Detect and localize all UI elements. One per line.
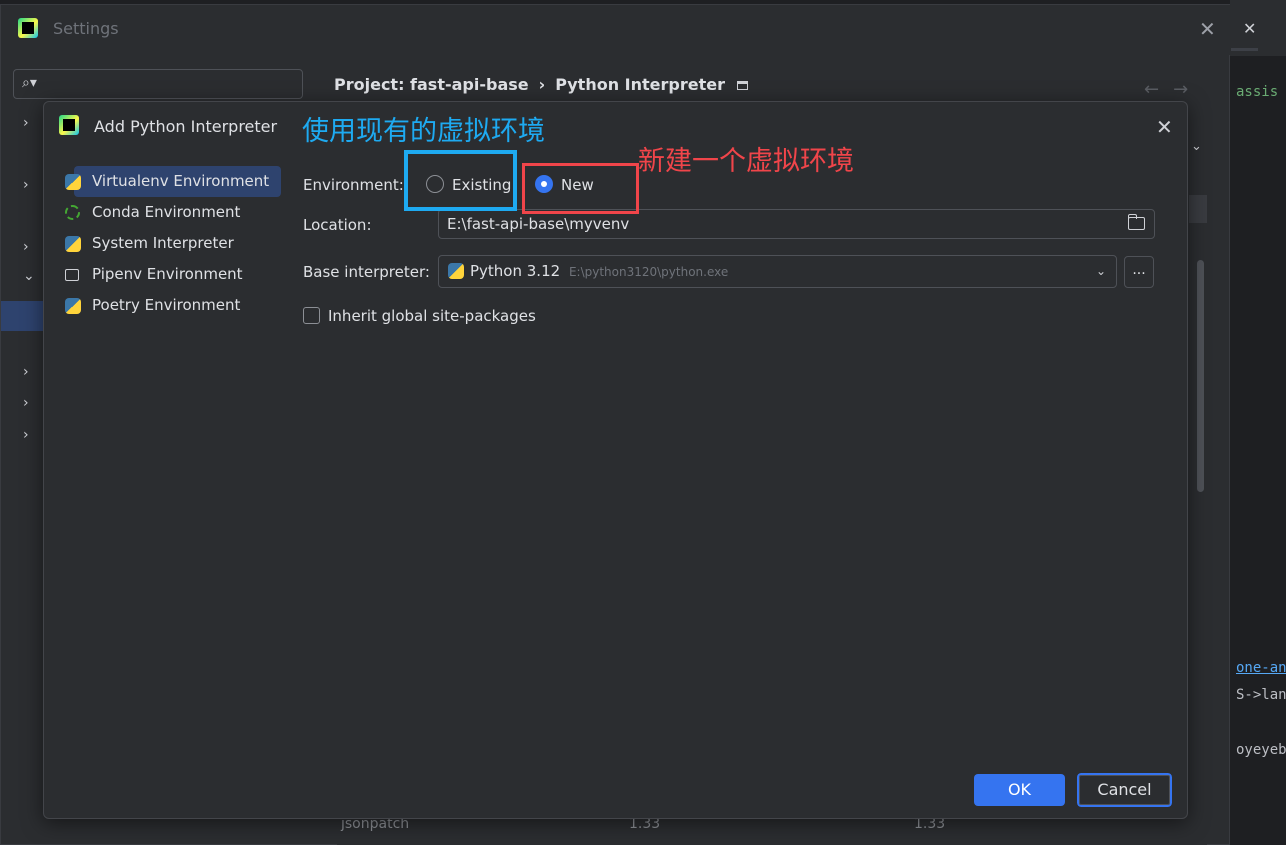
breadcrumb-separator: › <box>538 75 546 94</box>
tree-chevron-right-icon[interactable]: › <box>23 427 29 443</box>
settings-close-icon[interactable]: ✕ <box>1199 17 1216 41</box>
env-item-label: Virtualenv Environment <box>92 172 270 190</box>
ok-button[interactable]: OK <box>974 774 1065 806</box>
pipenv-icon <box>65 269 79 281</box>
folder-icon[interactable] <box>1127 214 1145 230</box>
tree-chevron-right-icon[interactable]: › <box>23 239 29 255</box>
poetry-icon <box>65 298 81 314</box>
env-item-virtualenv[interactable]: Virtualenv Environment <box>65 166 281 197</box>
location-value: E:\fast-api-base\myvenv <box>447 215 630 233</box>
base-interpreter-label: Base interpreter: <box>303 263 430 281</box>
annotation-existing-note: 使用现有的虚拟环境 <box>302 116 545 147</box>
annotation-new-note: 新建一个虚拟环境 <box>638 146 854 177</box>
editor-background <box>1230 0 1286 845</box>
code-line: oyeyeba <box>1236 742 1286 758</box>
chevron-down-icon[interactable]: ⌄ <box>1191 139 1202 154</box>
annotation-box-existing <box>404 150 517 211</box>
cancel-button[interactable]: Cancel <box>1076 772 1173 808</box>
tree-selected-row[interactable] <box>1 301 44 331</box>
env-item-label: Conda Environment <box>92 203 241 221</box>
base-interpreter-version: Python 3.12 <box>470 262 561 280</box>
base-interpreter-path: E:\python3120\python.exe <box>568 265 729 279</box>
conda-icon <box>65 205 80 220</box>
dialog-close-icon[interactable]: ✕ <box>1156 115 1173 139</box>
settings-title: Settings <box>53 19 119 38</box>
editor-tab-underline <box>1230 48 1258 51</box>
pycharm-logo-icon <box>18 18 38 38</box>
annotation-box-new <box>522 163 639 214</box>
tree-chevron-right-icon[interactable]: › <box>23 395 29 411</box>
pycharm-logo-icon <box>59 115 79 135</box>
chevron-down-icon: ⌄ <box>1095 264 1106 278</box>
tree-chevron-right-icon[interactable]: › <box>23 177 29 193</box>
package-table-row <box>337 825 1207 845</box>
tree-chevron-down-icon[interactable]: ⌄ <box>23 268 35 284</box>
search-icon: ⌕▾ <box>22 75 37 91</box>
inherit-site-packages-label[interactable]: Inherit global site-packages <box>328 307 536 325</box>
breadcrumb-page: Python Interpreter <box>555 75 725 94</box>
base-interpreter-select[interactable]: Python 3.12 E:\python3120\python.exe ⌄ <box>438 255 1117 288</box>
browse-interpreter-button[interactable]: ... <box>1124 256 1154 288</box>
env-item-system[interactable]: System Interpreter <box>62 228 282 259</box>
env-item-label: Poetry Environment <box>92 296 241 314</box>
back-arrow-icon[interactable]: ← <box>1144 79 1173 100</box>
code-line-link[interactable]: one-any <box>1236 660 1286 676</box>
env-item-poetry[interactable]: Poetry Environment <box>62 290 282 321</box>
inherit-site-packages-checkbox[interactable] <box>303 307 320 324</box>
nav-arrows: ←→ <box>1144 79 1202 100</box>
forward-arrow-icon[interactable]: → <box>1173 79 1202 100</box>
breadcrumb: Project: fast-api-base › Python Interprete… <box>334 75 748 94</box>
location-label: Location: <box>303 216 372 234</box>
table-header-edge <box>1189 195 1207 223</box>
code-line: S->lang <box>1236 687 1286 703</box>
python-icon <box>448 263 464 279</box>
breadcrumb-project[interactable]: Project: fast-api-base <box>334 75 529 94</box>
window-icon[interactable] <box>736 81 748 90</box>
environment-label: Environment: <box>303 176 404 194</box>
env-item-label: System Interpreter <box>92 234 234 252</box>
env-item-pipenv[interactable]: Pipenv Environment <box>62 259 282 290</box>
virtualenv-icon <box>65 174 81 190</box>
environment-type-list: Virtualenv Environment Conda Environment… <box>62 166 282 321</box>
tree-chevron-right-icon[interactable]: › <box>23 364 29 380</box>
python-icon <box>65 236 81 252</box>
env-item-conda[interactable]: Conda Environment <box>62 197 282 228</box>
env-item-label: Pipenv Environment <box>92 265 243 283</box>
settings-search-input[interactable]: ⌕▾ <box>13 69 303 99</box>
tree-chevron-right-icon[interactable]: › <box>23 115 29 131</box>
editor-tab-close-icon[interactable]: ✕ <box>1243 19 1256 38</box>
dialog-title: Add Python Interpreter <box>94 117 278 136</box>
scrollbar[interactable] <box>1197 260 1204 492</box>
settings-titlebar: Settings ✕ <box>1 5 1231 55</box>
code-line: assis <box>1236 84 1279 100</box>
